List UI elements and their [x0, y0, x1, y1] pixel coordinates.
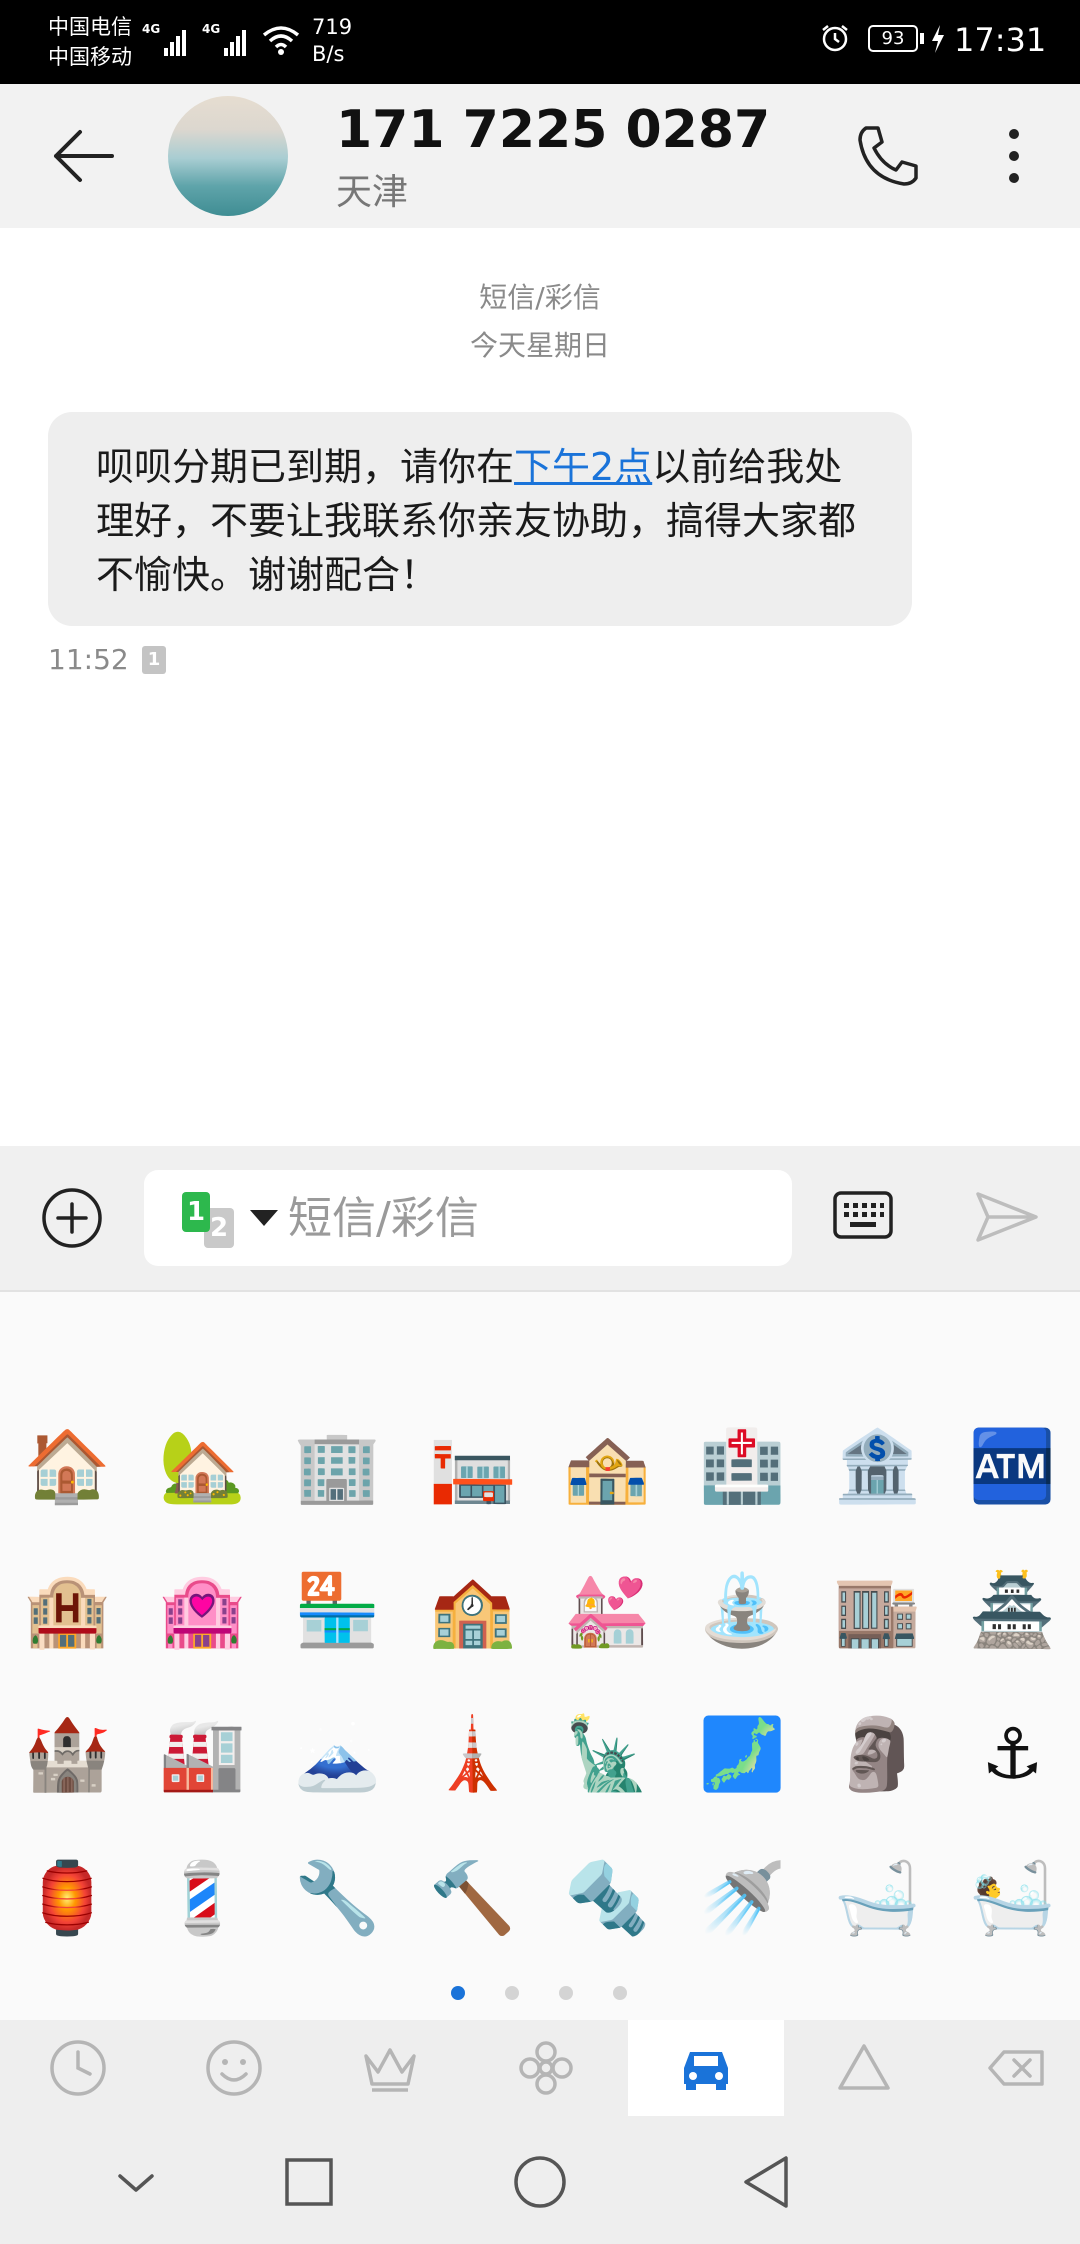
smiley-icon	[206, 2040, 262, 2096]
japanese-castle-emoji[interactable]: 🏯	[945, 1560, 1080, 1660]
house-with-garden-emoji[interactable]: 🏡	[135, 1416, 270, 1516]
school-emoji[interactable]: 🏫	[405, 1560, 540, 1660]
category-nature[interactable]	[468, 2020, 624, 2116]
message-text-start: 呗呗分期已到期，请你在	[96, 445, 515, 489]
bathtub-emoji[interactable]: 🛁	[810, 1848, 945, 1948]
category-symbols[interactable]	[786, 2020, 942, 2116]
system-nav-bar	[0, 2116, 1080, 2244]
person-taking-bath-emoji[interactable]: 🛀	[945, 1848, 1080, 1948]
carrier-info: 中国电信 中国移动	[48, 12, 132, 72]
crown-icon	[364, 2048, 416, 2092]
avatar[interactable]	[168, 96, 288, 216]
charging-icon	[932, 25, 944, 53]
sim-selector[interactable]: 2 1	[182, 1192, 236, 1248]
status-time: 17:31	[954, 21, 1047, 59]
compose-bar: 2 1 短信/彩信	[0, 1146, 1080, 1290]
recents-icon[interactable]	[279, 2152, 339, 2212]
hammer-emoji[interactable]: 🔨	[405, 1848, 540, 1948]
bank-emoji[interactable]: 🏦	[810, 1416, 945, 1516]
back-icon[interactable]	[738, 2152, 798, 2212]
department-store-emoji[interactable]: 🏬	[810, 1560, 945, 1660]
mount-fuji-emoji[interactable]: 🗻	[270, 1704, 405, 1804]
message-placeholder: 短信/彩信	[288, 1193, 479, 1244]
map-of-japan-emoji[interactable]: 🗾	[675, 1704, 810, 1804]
shower-emoji[interactable]: 🚿	[675, 1848, 810, 1948]
hospital-emoji[interactable]: 🏥	[675, 1416, 810, 1516]
recent-icon	[50, 2040, 106, 2096]
message-type-label: 短信/彩信	[479, 281, 601, 314]
signal-1-icon: 4G	[142, 22, 192, 56]
back-arrow-icon[interactable]	[48, 120, 120, 192]
speed-value: 719	[312, 15, 353, 39]
house-emoji[interactable]: 🏠	[0, 1416, 135, 1516]
category-smileys[interactable]	[156, 2020, 312, 2116]
emoji-panel: 🏠 🏡 🏢 🏣 🏤 🏥 🏦 🏧 🏨 🏩 🏪 🏫 💒 ⛲ 🏬 🏯 🏰 🏭 🗻 🗼 …	[0, 1292, 1080, 2020]
message-input[interactable]: 2 1 短信/彩信	[144, 1170, 792, 1266]
page-dot-4[interactable]	[613, 1986, 627, 2000]
category-recent[interactable]	[0, 2020, 156, 2116]
backspace-icon	[988, 2050, 1044, 2086]
network-speed: 719 B/s	[312, 14, 352, 68]
date-separator: 今天星期日	[469, 329, 610, 362]
car-icon	[684, 2052, 728, 2090]
nut-and-bolt-emoji[interactable]: 🔩	[540, 1848, 675, 1948]
category-travel[interactable]	[628, 2020, 784, 2116]
wrench-emoji[interactable]: 🔧	[270, 1848, 405, 1948]
signal-2-icon: 4G	[202, 22, 252, 56]
flower-icon	[519, 2041, 573, 2095]
category-objects[interactable]	[312, 2020, 468, 2116]
conversation-header: 171 7225 0287 天津	[0, 84, 1080, 228]
factory-emoji[interactable]: 🏭	[135, 1704, 270, 1804]
network-type-2: 4G	[202, 22, 221, 36]
sim-1-icon: 1	[182, 1192, 210, 1232]
page-dot-1[interactable]	[451, 1986, 465, 2000]
fountain-emoji[interactable]: ⛲	[675, 1560, 810, 1660]
network-type-1: 4G	[142, 22, 161, 36]
speed-unit: B/s	[312, 42, 345, 66]
atm-emoji[interactable]: 🏧	[945, 1416, 1080, 1516]
battery-level: 93	[868, 25, 918, 52]
carrier-1: 中国电信	[48, 15, 132, 39]
post-office-emoji[interactable]: 🏤	[540, 1416, 675, 1516]
page-dot-3[interactable]	[559, 1986, 573, 2000]
battery-tip	[920, 33, 924, 44]
wifi-icon	[262, 26, 300, 55]
alarm-icon	[822, 25, 848, 52]
sim-badge: 1	[142, 646, 166, 674]
message-time-link[interactable]: 下午2点	[514, 445, 652, 489]
tokyo-tower-emoji[interactable]: 🗼	[405, 1704, 540, 1804]
chevron-down-icon[interactable]	[250, 1210, 278, 1226]
barber-pole-emoji[interactable]: 💈	[135, 1848, 270, 1948]
more-options-icon[interactable]	[996, 120, 1032, 192]
phone-icon[interactable]	[852, 120, 924, 192]
hide-keyboard-icon[interactable]	[106, 2152, 166, 2212]
triangle-icon	[838, 2044, 890, 2090]
lantern-emoji[interactable]: 🏮	[0, 1848, 135, 1948]
wedding-emoji[interactable]: 💒	[540, 1560, 675, 1660]
message-bubble[interactable]: 呗呗分期已到期，请你在下午2点以前给我处理好，不要让我联系你亲友协助，搞得大家都…	[48, 412, 912, 626]
home-icon[interactable]	[510, 2152, 570, 2212]
moai-emoji[interactable]: 🗿	[810, 1704, 945, 1804]
contact-location: 天津	[336, 172, 409, 213]
office-building-emoji[interactable]: 🏢	[270, 1416, 405, 1516]
message-timestamp: 11:52	[48, 643, 129, 676]
carrier-2: 中国移动	[48, 45, 132, 69]
anchor-emoji[interactable]: ⚓	[945, 1704, 1080, 1804]
love-hotel-emoji[interactable]: 🏩	[135, 1560, 270, 1660]
keyboard-icon[interactable]	[832, 1190, 894, 1240]
statue-of-liberty-emoji[interactable]: 🗽	[540, 1704, 675, 1804]
hotel-emoji[interactable]: 🏨	[0, 1560, 135, 1660]
send-icon[interactable]	[974, 1188, 1040, 1246]
convenience-store-emoji[interactable]: 🏪	[270, 1560, 405, 1660]
add-attachment-icon[interactable]	[40, 1186, 104, 1250]
status-bar: 中国电信 中国移动 4G 4G 719 B/s 93 17:31	[0, 0, 1080, 84]
emoji-category-bar	[0, 2020, 1080, 2116]
backspace-button[interactable]	[938, 2020, 1080, 2116]
castle-emoji[interactable]: 🏰	[0, 1704, 135, 1804]
page-dot-2[interactable]	[505, 1986, 519, 2000]
contact-number: 171 7225 0287	[336, 100, 771, 160]
japanese-post-office-emoji[interactable]: 🏣	[405, 1416, 540, 1516]
